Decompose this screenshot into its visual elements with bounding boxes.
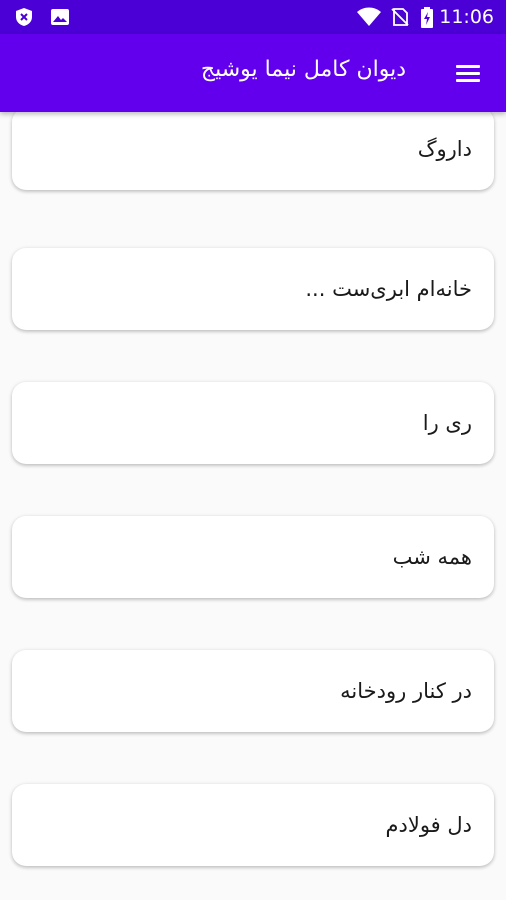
shield-icon [16,8,32,26]
poem-card[interactable]: همه شب [12,516,494,598]
poem-card[interactable]: دل فولادم [12,784,494,866]
wifi-icon [357,7,381,26]
poem-card[interactable]: ری را [12,382,494,464]
poem-title: ری را [422,411,472,435]
poem-card[interactable]: خانه‌ام ابری‌ست ... [12,248,494,330]
app-title: دیوان کامل نیما یوشیج [200,57,406,82]
app-bar: دیوان کامل نیما یوشیج [0,34,506,112]
no-sim-icon [391,8,409,26]
poem-title: داروگ [417,137,472,161]
poem-title: در کنار رودخانه [340,679,472,703]
poem-title: خانه‌ام ابری‌ست ... [305,277,472,301]
poem-card[interactable]: در کنار رودخانه [12,650,494,732]
poem-list[interactable]: داروگ خانه‌ام ابری‌ست ... ری را همه شب د… [0,112,506,900]
status-bar: 11:06 [0,0,506,34]
poem-card[interactable]: داروگ [12,112,494,190]
poem-title: همه شب [392,545,472,569]
battery-charging-icon [421,7,433,28]
status-time: 11:06 [439,6,494,28]
menu-icon[interactable] [454,63,482,85]
image-icon [51,9,69,25]
poem-title: دل فولادم [385,813,472,837]
